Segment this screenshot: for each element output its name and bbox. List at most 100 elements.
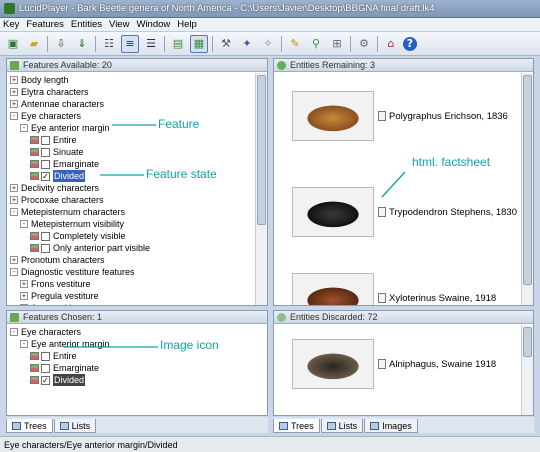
collapse-icon[interactable]: - xyxy=(10,208,18,216)
factsheet-icon[interactable] xyxy=(378,359,386,369)
grouped-view-icon[interactable]: ☰ xyxy=(142,35,160,53)
feature-state-row[interactable]: Entire xyxy=(10,134,267,146)
feature-row[interactable]: + Elytra characters xyxy=(10,86,267,98)
expand-icon[interactable]: + xyxy=(10,196,18,204)
feature-state-row[interactable]: ✓ Divided xyxy=(10,170,267,182)
state-image-icon[interactable] xyxy=(30,148,39,156)
feature-state-row[interactable]: Only anterior part visible xyxy=(10,242,267,254)
state-checkbox[interactable]: ✓ xyxy=(41,171,50,181)
feature-row[interactable]: - Metepisternum characters xyxy=(10,206,267,218)
expand-icon[interactable]: + xyxy=(20,280,28,288)
feature-row[interactable]: + Frons vestiture xyxy=(10,278,267,290)
state-image-icon[interactable] xyxy=(30,352,39,360)
feature-state-row[interactable]: Emarginate xyxy=(10,362,267,374)
state-checkbox[interactable] xyxy=(41,135,50,145)
pin-icon[interactable]: ✎ xyxy=(286,35,304,53)
entities-remaining-scrollbar[interactable] xyxy=(521,73,533,305)
find-icon[interactable]: ⚲ xyxy=(307,35,325,53)
open-folder-icon[interactable]: ▰ xyxy=(25,35,43,53)
state-image-icon[interactable] xyxy=(30,364,39,372)
feature-row[interactable]: + Procoxae characters xyxy=(10,194,267,206)
feature-state-row[interactable]: Emarginate xyxy=(10,158,267,170)
feature-row[interactable]: + Pronotum characters xyxy=(10,254,267,266)
entities-discarded-scrollbar[interactable] xyxy=(521,325,533,415)
collapse-icon[interactable]: - xyxy=(10,328,18,336)
settings-icon[interactable]: ⚙ xyxy=(355,35,373,53)
expand-icon[interactable]: + xyxy=(10,88,18,96)
feature-row[interactable]: + Antennae characters xyxy=(10,98,267,110)
entity-item[interactable]: Alniphagus, Swaine 1918 xyxy=(292,339,496,389)
state-checkbox[interactable]: ✓ xyxy=(41,375,50,385)
state-image-icon[interactable] xyxy=(30,376,39,384)
factsheet-icon[interactable] xyxy=(378,207,386,217)
state-image-icon[interactable] xyxy=(30,172,39,180)
list-view-icon[interactable]: ≡ xyxy=(121,34,139,53)
scroll-thumb[interactable] xyxy=(523,75,532,285)
state-checkbox[interactable] xyxy=(41,363,50,373)
expand-icon[interactable]: + xyxy=(20,304,28,305)
entity-photo[interactable] xyxy=(292,339,374,389)
tab-trees-right[interactable]: Trees xyxy=(273,419,320,433)
expand-icon[interactable]: + xyxy=(10,256,18,264)
scroll-thumb[interactable] xyxy=(523,327,532,357)
wand-alt-icon[interactable]: ✧ xyxy=(259,35,277,53)
hammer-icon[interactable]: ⚒ xyxy=(217,35,235,53)
feature-row[interactable]: - Eye anterior margin xyxy=(10,122,267,134)
state-checkbox[interactable] xyxy=(41,159,50,169)
menu-key[interactable]: Key xyxy=(3,19,19,30)
tab-images-right[interactable]: Images xyxy=(364,419,418,433)
expand-icon[interactable]: + xyxy=(10,100,18,108)
feature-state-row[interactable]: Entire xyxy=(10,350,267,362)
show-image-icon-active[interactable]: ▦ xyxy=(190,34,208,53)
factsheet-icon[interactable] xyxy=(378,111,386,121)
feature-row[interactable]: - Eye characters xyxy=(10,110,267,122)
state-image-icon[interactable] xyxy=(30,160,39,168)
tab-lists-left[interactable]: Lists xyxy=(53,419,97,433)
feature-row[interactable]: + Body length xyxy=(10,74,267,86)
feature-row[interactable]: - Diagnostic vestiture features xyxy=(10,266,267,278)
state-checkbox[interactable] xyxy=(41,231,50,241)
feature-row[interactable]: - Eye anterior margin xyxy=(10,338,267,350)
menu-view[interactable]: View xyxy=(109,19,129,30)
magic-wand-icon[interactable]: ✦ xyxy=(238,35,256,53)
state-image-icon[interactable] xyxy=(30,136,39,144)
feature-state-row[interactable]: ✓ Divided xyxy=(10,374,267,386)
menu-entities[interactable]: Entities xyxy=(71,19,102,30)
collapse-icon[interactable]: - xyxy=(20,124,28,132)
features-available-scrollbar[interactable] xyxy=(255,73,267,305)
feature-state-row[interactable]: Completely visible xyxy=(10,230,267,242)
menu-features[interactable]: Features xyxy=(26,19,64,30)
feature-state-row[interactable]: Sinuate xyxy=(10,146,267,158)
new-key-icon[interactable]: ▣ xyxy=(4,35,22,53)
scroll-thumb[interactable] xyxy=(257,75,266,225)
menu-window[interactable]: Window xyxy=(136,19,170,30)
factsheet-icon[interactable] xyxy=(378,293,386,303)
feature-row[interactable]: - Metepisternum visibility xyxy=(10,218,267,230)
entity-item[interactable]: Xyloterinus Swaine, 1918 xyxy=(292,273,496,305)
menu-help[interactable]: Help xyxy=(177,19,197,30)
state-checkbox[interactable] xyxy=(41,243,50,253)
tab-lists-right[interactable]: Lists xyxy=(320,419,364,433)
entity-photo[interactable] xyxy=(292,187,374,237)
save-icon[interactable]: ⇓ xyxy=(73,35,91,53)
state-image-icon[interactable] xyxy=(30,232,39,240)
tab-trees-left[interactable]: Trees xyxy=(6,419,53,433)
load-icon[interactable]: ⇩ xyxy=(52,35,70,53)
subset-icon[interactable]: ⊞ xyxy=(328,35,346,53)
collapse-icon[interactable]: - xyxy=(20,340,28,348)
entity-photo[interactable] xyxy=(292,273,374,305)
entity-item[interactable]: Trypodendron Stephens, 1830 xyxy=(292,187,517,237)
expand-icon[interactable]: + xyxy=(10,76,18,84)
entity-item[interactable]: Polygraphus Erichson, 1836 xyxy=(292,91,508,141)
tree-view-icon[interactable]: ☷ xyxy=(100,35,118,53)
state-image-icon[interactable] xyxy=(30,244,39,252)
state-checkbox[interactable] xyxy=(41,351,50,361)
show-images-icon[interactable]: ▤ xyxy=(169,35,187,53)
help-icon[interactable]: ? xyxy=(403,36,417,51)
feature-row[interactable]: + Declivity characters xyxy=(10,182,267,194)
collapse-icon[interactable]: - xyxy=(20,220,28,228)
expand-icon[interactable]: + xyxy=(20,292,28,300)
collapse-icon[interactable]: - xyxy=(10,112,18,120)
feature-row[interactable]: +Antennal long setae xyxy=(10,302,267,305)
collapse-icon[interactable]: - xyxy=(10,268,18,276)
